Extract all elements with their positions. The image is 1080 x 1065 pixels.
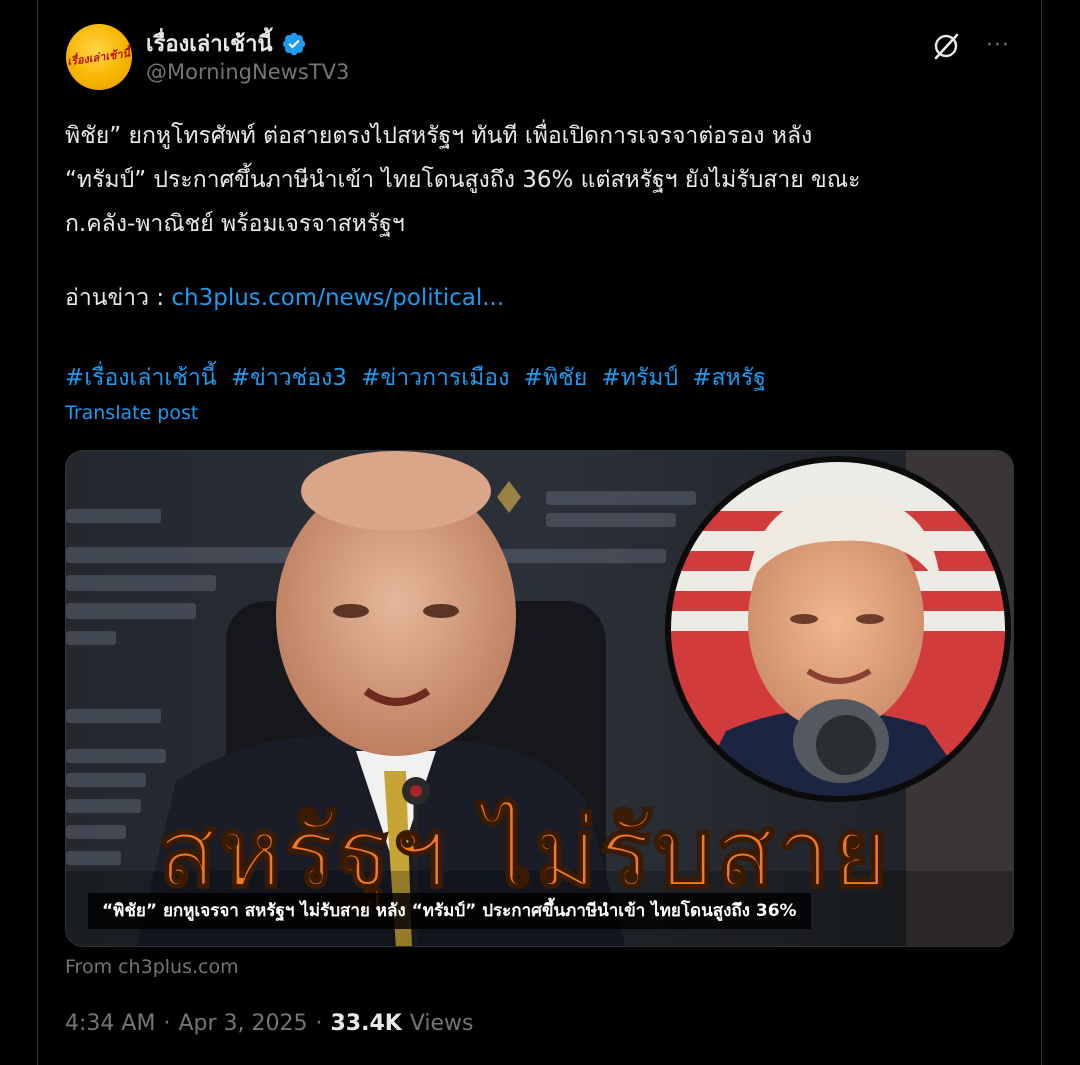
- post-text: พิชัย” ยกหูโทรศัพท์ ต่อสายตรงไปสหรัฐฯ ทั…: [65, 123, 861, 237]
- read-more-row: อ่านข่าว : ch3plus.com/news/political...: [65, 276, 504, 320]
- more-options-button[interactable]: ···: [982, 32, 1014, 60]
- hashtag-link[interactable]: #ข่าวการเมือง: [361, 365, 509, 391]
- author-display-name[interactable]: เรื่องเล่าเช้านี้: [146, 26, 273, 61]
- post: เรื่องเล่าเช้านี้ เรื่องเล่าเช้านี้ @Mor…: [38, 0, 1041, 1065]
- hashtag-link[interactable]: #สหรัฐ: [692, 365, 766, 391]
- translate-post-link[interactable]: Translate post: [65, 402, 198, 424]
- hashtag-link[interactable]: #ข่าวช่อง3: [231, 365, 347, 391]
- views-count[interactable]: 33.4K: [330, 1011, 401, 1036]
- avatar-logo: เรื่องเล่าเช้านี้: [66, 46, 132, 69]
- author-name-row: เรื่องเล่าเช้านี้: [146, 26, 307, 61]
- hashtag-link[interactable]: #เรื่องเล่าเช้านี้: [65, 365, 217, 391]
- post-meta: 4:34 AM · Apr 3, 2025 · 33.4K Views: [65, 1011, 473, 1036]
- hashtag-link[interactable]: #พิชัย: [524, 365, 588, 391]
- link-source[interactable]: From ch3plus.com: [65, 956, 239, 978]
- hashtag-list: #เรื่องเล่าเช้านี้ #ข่าวช่อง3 #ข่าวการเม…: [65, 356, 773, 400]
- article-link[interactable]: ch3plus.com/news/political...: [171, 285, 504, 311]
- media-caption: “พิชัย” ยกหูเจรจา สหรัฐฯ ไม่รับสาย หลัง …: [88, 893, 811, 929]
- hashtag-link[interactable]: #ทรัมป์: [602, 365, 679, 391]
- verified-badge-icon: [282, 32, 305, 55]
- meta-separator: ·: [163, 1011, 171, 1036]
- views-label: Views: [409, 1011, 474, 1036]
- grok-icon[interactable]: [930, 30, 962, 62]
- author-handle[interactable]: @MorningNewsTV3: [146, 60, 349, 84]
- avatar[interactable]: เรื่องเล่าเช้านี้: [66, 24, 132, 90]
- media-headline: สหรัฐฯ ไม่รับสาย: [157, 797, 891, 909]
- meta-separator: ·: [315, 1011, 323, 1036]
- post-date[interactable]: Apr 3, 2025: [178, 1011, 307, 1036]
- right-border: [1041, 0, 1042, 1065]
- read-label: อ่านข่าว :: [65, 285, 172, 311]
- post-time[interactable]: 4:34 AM: [65, 1011, 155, 1036]
- link-card-image[interactable]: สหรัฐฯ ไม่รับสาย “พิชัย” ยกหูเจรจา สหรัฐ…: [65, 450, 1014, 947]
